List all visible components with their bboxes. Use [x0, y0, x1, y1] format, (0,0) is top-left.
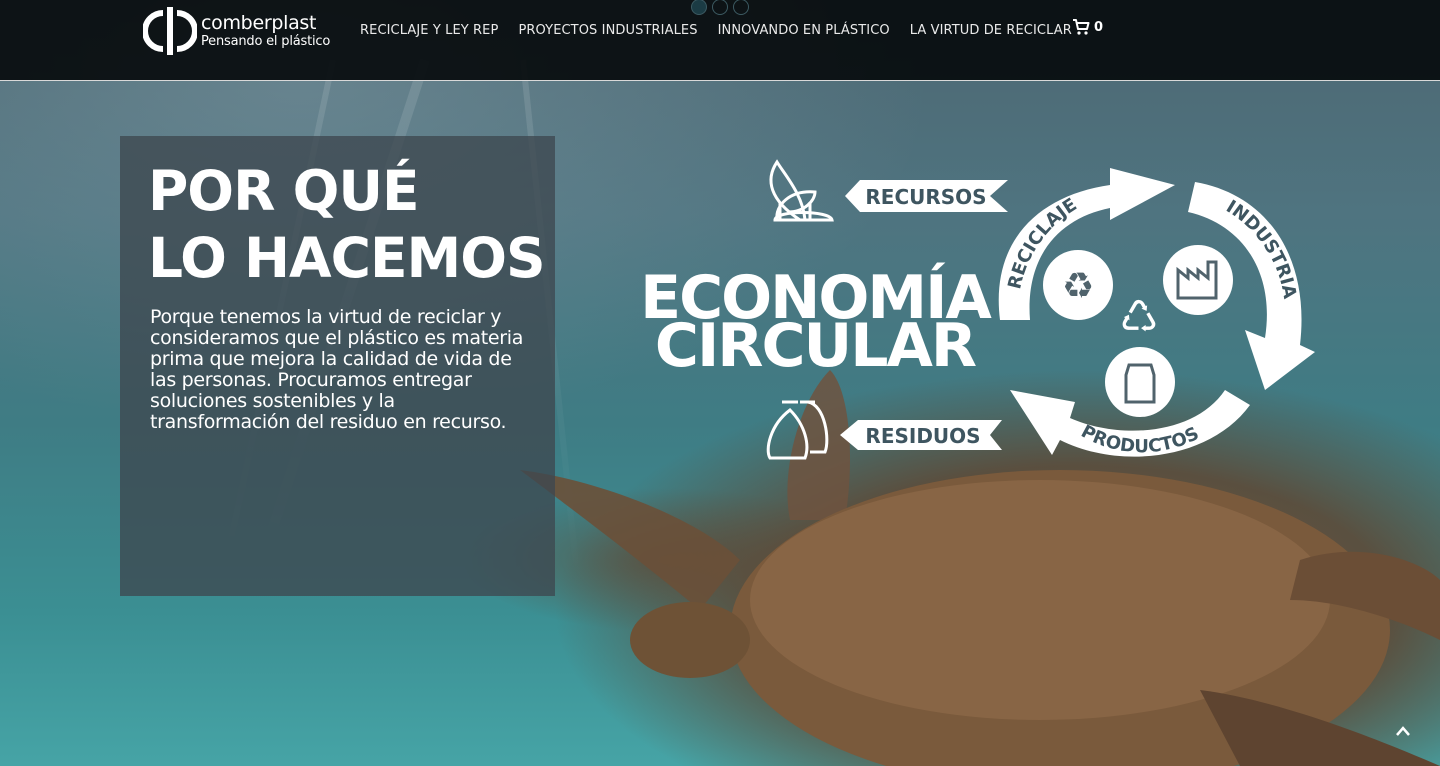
svg-text:♺: ♺	[1119, 292, 1158, 343]
hero-card: POR QUÉ LO HACEMOS Porque tenemos la vir…	[120, 136, 555, 596]
slider-dots	[691, 0, 749, 15]
residuos-label: RESIDUOS	[865, 424, 980, 448]
residuos-banner: RESIDUOS	[840, 420, 1002, 450]
hero-title-line1: POR QUÉ	[148, 159, 420, 223]
diagram-title-line2: CIRCULAR	[655, 311, 976, 381]
slider-dot-3[interactable]	[733, 0, 749, 15]
nav-item-reciclaje[interactable]: RECICLAJE Y LEY REP	[360, 23, 498, 38]
hero-title-line2: LO HACEMOS	[148, 226, 546, 290]
nav-item-innovando[interactable]: INNOVANDO EN PLÁSTICO	[718, 23, 890, 38]
industria-label: INDUSTRIA	[1222, 196, 1300, 300]
cart-button[interactable]: 0	[1072, 18, 1103, 36]
cart-icon	[1073, 19, 1090, 35]
recursos-label: RECURSOS	[865, 185, 986, 209]
chevron-up-icon	[1396, 726, 1410, 736]
brand-name: comberplast	[201, 12, 317, 34]
nav-item-virtud[interactable]: LA VIRTUD DE RECICLAR	[910, 23, 1072, 38]
brand-tagline: Pensando el plástico	[201, 34, 331, 49]
nav-item-proyectos[interactable]: PROYECTOS INDUSTRIALES	[518, 23, 697, 38]
hero-title: POR QUÉ LO HACEMOS	[148, 158, 546, 292]
svg-text:♻: ♻	[1062, 266, 1094, 307]
main-nav: RECICLAJE Y LEY REP PROYECTOS INDUSTRIAL…	[360, 23, 1072, 38]
scroll-to-top-button[interactable]	[1384, 712, 1422, 750]
recycle-icon: ♻	[1043, 250, 1113, 320]
cart-count: 0	[1094, 19, 1104, 35]
milk-carton-icon	[1105, 347, 1175, 417]
brand-logo[interactable]: comberplast Pensando el plástico	[143, 5, 343, 57]
recursos-banner: RECURSOS	[845, 180, 1008, 212]
center-recycle-icon: ♺	[1119, 292, 1158, 343]
hero-text: Porque tenemos la virtud de reciclar y c…	[150, 306, 524, 433]
circular-economy-diagram: RECURSOS ECONOMÍA CIRCULAR RESIDUOS RECI…	[640, 159, 1315, 460]
bags-icon	[766, 400, 829, 460]
slider-dot-1[interactable]	[691, 0, 707, 15]
factory-icon	[1163, 245, 1233, 315]
slider-dot-2[interactable]	[712, 0, 728, 15]
sprout-icon	[769, 159, 834, 222]
logo-mark-icon	[143, 7, 197, 55]
top-navbar: comberplast Pensando el plástico RECICLA…	[0, 0, 1440, 81]
